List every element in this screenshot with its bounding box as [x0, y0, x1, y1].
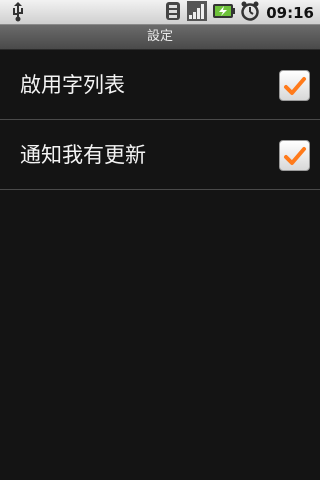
clock: 09:16	[266, 3, 314, 22]
battery-charging-icon	[212, 1, 236, 25]
setting-row-notify-updates[interactable]: 通知我有更新	[0, 120, 320, 190]
usb-icon	[8, 2, 28, 22]
checkmark-icon	[284, 147, 306, 165]
checkmark-icon	[284, 77, 306, 95]
page-title: 設定	[146, 29, 173, 44]
alarm-icon	[240, 0, 260, 26]
setting-row-enable-word-list[interactable]: 啟用字列表	[0, 50, 320, 120]
setting-label: 啟用字列表	[20, 73, 125, 97]
sync-icon	[164, 0, 182, 26]
title-bar: 設定	[0, 25, 320, 50]
enable-word-list-checkbox[interactable]	[279, 70, 310, 101]
settings-list: 啟用字列表 通知我有更新	[0, 50, 320, 190]
setting-label: 通知我有更新	[20, 143, 146, 167]
notify-updates-checkbox[interactable]	[279, 140, 310, 171]
status-bar: 09:16	[0, 0, 320, 25]
signal-icon	[186, 0, 208, 26]
